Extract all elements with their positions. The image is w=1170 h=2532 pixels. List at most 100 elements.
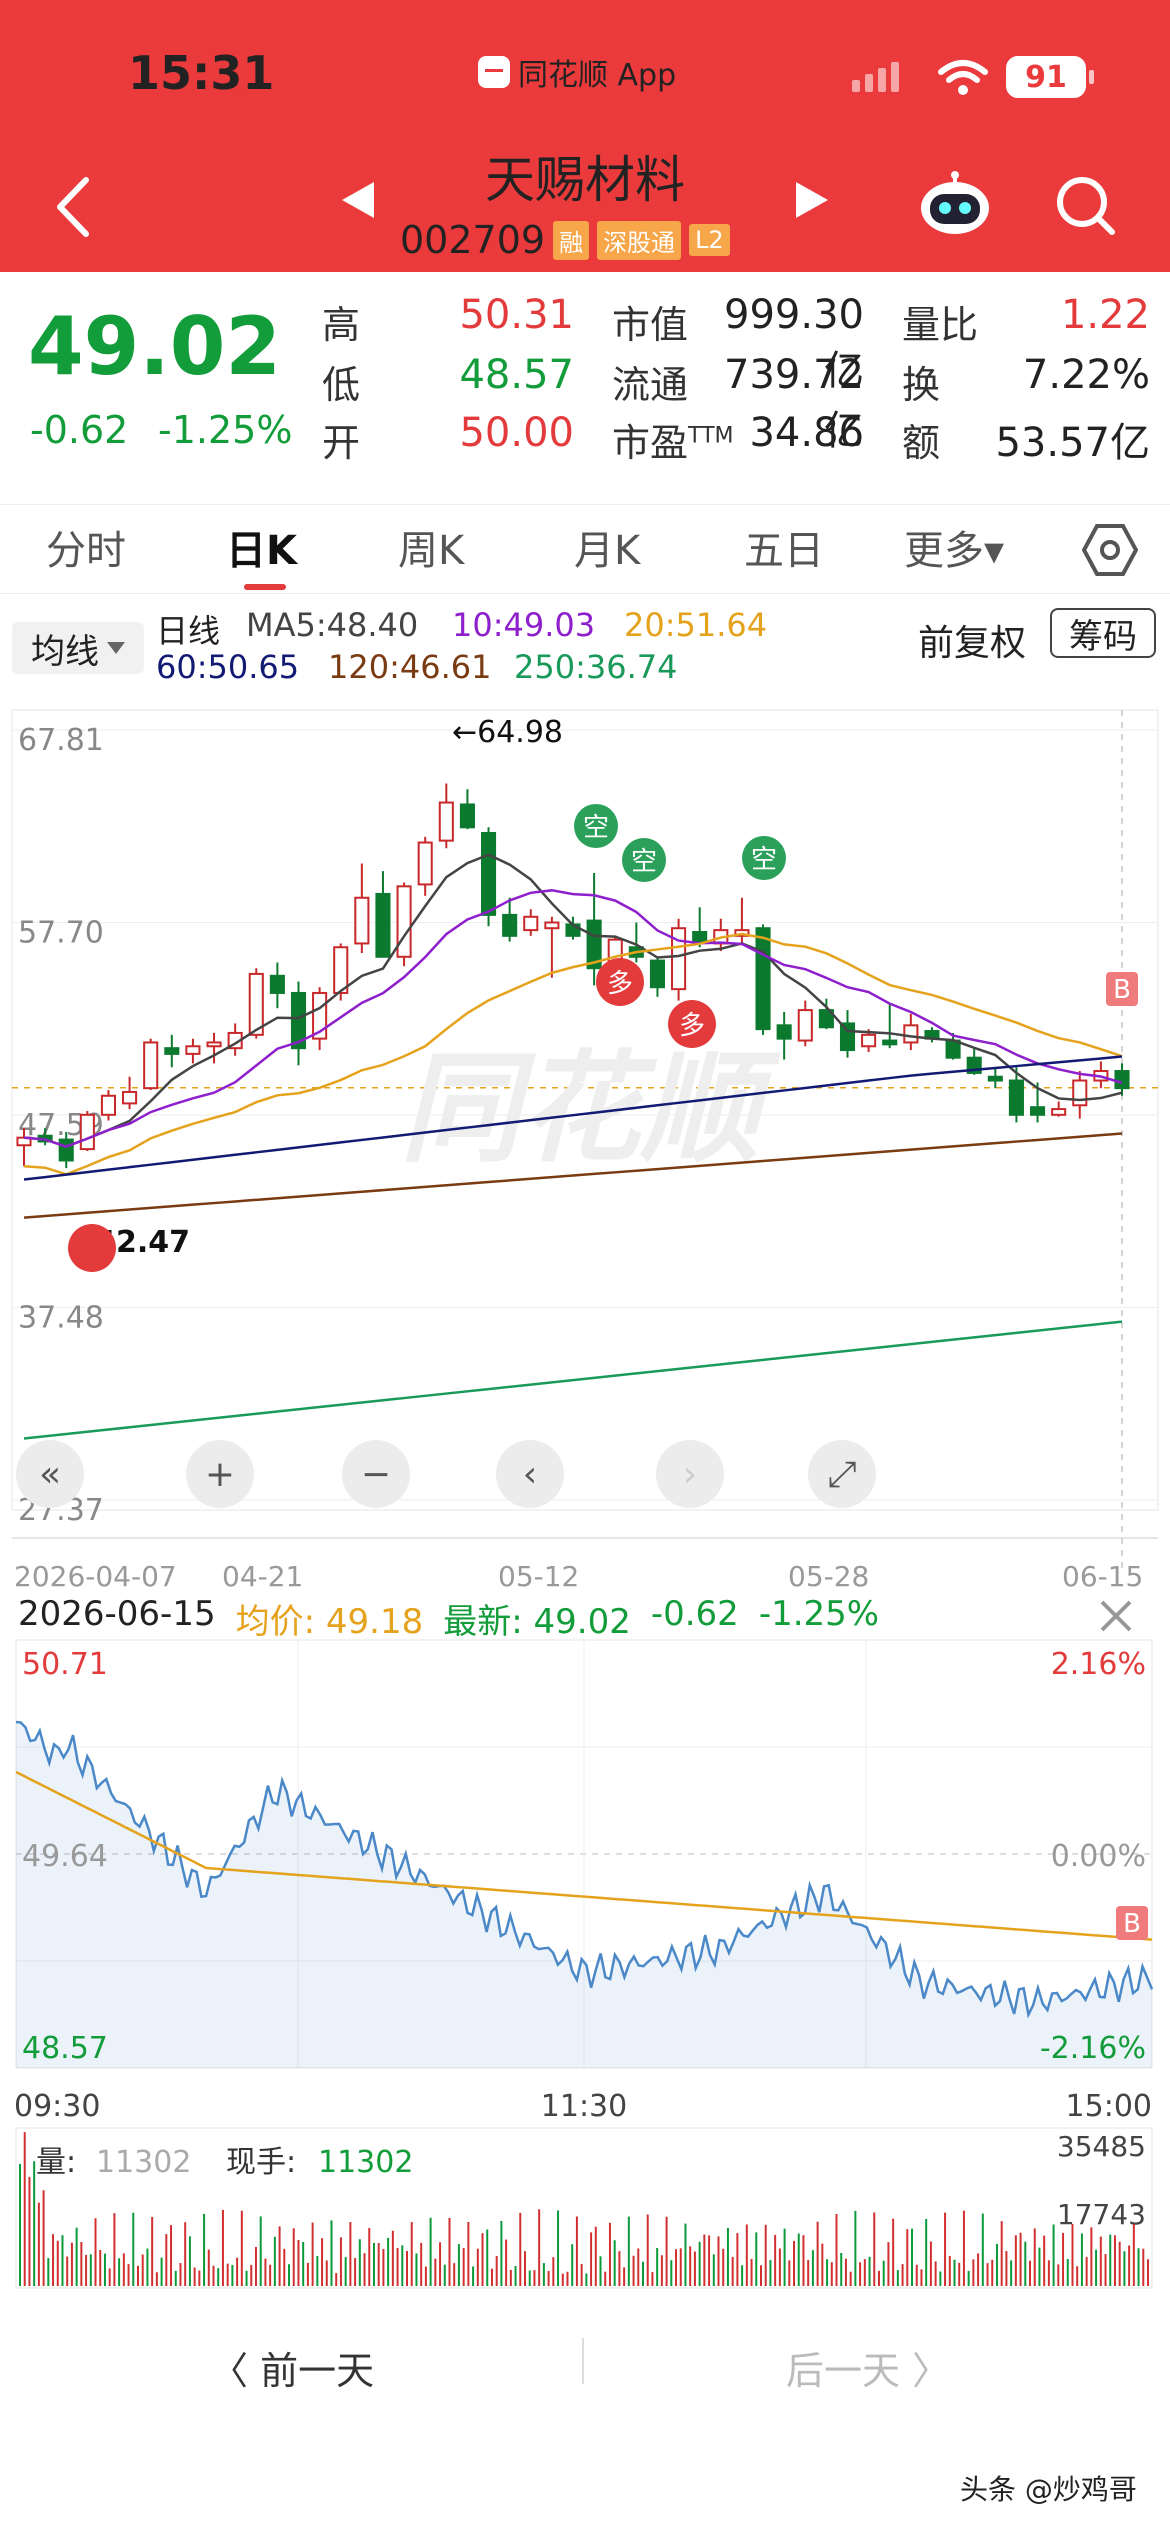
candle-body	[375, 892, 391, 958]
value-high: 50.31	[459, 292, 574, 338]
kline-x-tick: 06-15	[1062, 1560, 1143, 1590]
label-open: 开	[322, 421, 361, 465]
label-turnover: 换	[902, 363, 941, 407]
prev-stock-button[interactable]	[342, 182, 374, 218]
short-signal-text: 空	[583, 813, 609, 843]
short-signal-text: 空	[631, 847, 657, 877]
ma20-value: 20:51.64	[624, 606, 768, 644]
prev-day-button[interactable]: 〈 前一天	[210, 2340, 374, 2395]
kline-x-tick: 05-28	[788, 1560, 869, 1590]
chip-distribution-button[interactable]: 筹码	[1050, 608, 1156, 658]
chart-control-icon: ›	[683, 1454, 697, 1495]
candle-body	[776, 1024, 792, 1040]
app-logo-icon	[478, 56, 510, 88]
kline-chart[interactable]: 67.8157.7047.5937.4827.37同花顺←64.98←42.47…	[0, 690, 1170, 1590]
label-market-cap: 市值	[612, 303, 689, 347]
value-pe: 34.86	[749, 410, 864, 456]
label-pe: 市盈TTM	[612, 412, 734, 467]
candle-body	[185, 1045, 201, 1055]
caret-down-icon	[107, 642, 125, 654]
footer-watermark: 头条 @炒鸡哥	[960, 2473, 1137, 2506]
stock-code-row: 002709 融 深股通 L2	[400, 218, 730, 262]
adjust-mode-button[interactable]: 前复权	[918, 614, 1026, 666]
volume-label: 量:	[36, 2145, 76, 2180]
chart-control-icon: ⤢	[828, 1454, 857, 1495]
price-change-pct: -1.25%	[158, 408, 293, 452]
candle-body	[480, 832, 497, 916]
long-signal-text: 多	[607, 969, 633, 999]
battery-tip	[1089, 70, 1094, 84]
candle-body	[797, 1009, 813, 1042]
kline-x-tick: 05-12	[498, 1560, 579, 1590]
candle-body	[1114, 1070, 1130, 1090]
ma250-value: 250:36.74	[514, 648, 678, 686]
kline-y-tick: 57.70	[18, 916, 104, 951]
ma10-value: 10:49.03	[452, 606, 596, 644]
assistant-robot-icon[interactable]	[918, 170, 992, 236]
ma-indicator-select[interactable]: 均线	[12, 622, 144, 674]
app-label-text: 同花顺 App	[518, 58, 677, 93]
candle-body	[396, 885, 412, 958]
minute-y-mid: 49.64	[22, 1839, 108, 1874]
tag-margin: 融	[553, 220, 590, 260]
label-pe-text: 市盈	[612, 421, 689, 465]
minute-chart[interactable]: 50.71 49.64 48.57 2.16% 0.00% -2.16% B 09:30 11:…	[0, 1590, 1170, 2290]
value-open: 50.00	[459, 410, 574, 456]
low-signal-badge	[68, 1224, 116, 1272]
chart-watermark: 同花顺	[400, 1040, 781, 1179]
minute-buy-text: B	[1123, 1909, 1141, 1939]
wifi-icon	[938, 60, 988, 95]
candle-body	[882, 1039, 898, 1046]
label-pe-ttm: TTM	[688, 423, 734, 449]
kline-y-tick: 67.81	[18, 723, 104, 758]
candle-body	[122, 1090, 138, 1105]
candle-body	[861, 1033, 877, 1048]
minute-time-start: 09:30	[14, 2089, 100, 2124]
ma-select-label: 均线	[31, 631, 99, 672]
candle-body	[79, 1113, 95, 1151]
ma-period: 日线	[156, 612, 221, 650]
label-high: 高	[322, 303, 361, 347]
chart-control-icon: ‹	[523, 1454, 537, 1495]
candle-body	[417, 841, 433, 886]
tab-more[interactable]: 更多▾	[904, 518, 1004, 576]
candle-body	[1029, 1106, 1046, 1116]
candle-body	[248, 972, 264, 1036]
prev-day-label: 前一天	[260, 2349, 375, 2393]
chevron-right-icon: 〉	[900, 2349, 951, 2393]
settings-hexagon-icon[interactable]	[1082, 522, 1138, 578]
tab-minute[interactable]: 分时	[46, 518, 126, 576]
tab-weekly-k[interactable]: 周K	[398, 518, 464, 576]
search-icon[interactable]	[1052, 172, 1118, 238]
ma250-line	[23, 1320, 1123, 1440]
candle-body	[206, 1041, 222, 1048]
kline-x-tick: 04-21	[222, 1560, 303, 1590]
value-volume-ratio: 1.22	[1060, 292, 1150, 338]
next-day-button[interactable]: 后一天 〉	[786, 2340, 950, 2395]
candle-body	[164, 1047, 180, 1055]
buy-signal-text: B	[1113, 975, 1131, 1005]
minute-pct-mid: 0.00%	[1051, 1839, 1146, 1874]
candle-body	[58, 1138, 74, 1162]
active-tab-indicator	[244, 584, 286, 590]
chart-control-icon: «	[39, 1454, 61, 1495]
candle-body	[692, 931, 708, 943]
tab-five-day[interactable]: 五日	[744, 518, 824, 576]
next-day-label: 后一天	[786, 2349, 901, 2393]
current-price: 49.02	[28, 300, 282, 393]
tab-daily-k[interactable]: 日K	[226, 518, 297, 576]
short-signal-text: 空	[751, 845, 777, 875]
candle-body	[1008, 1079, 1024, 1116]
candle-body	[649, 959, 666, 989]
kline-y-tick: 37.48	[18, 1301, 104, 1336]
tab-monthly-k[interactable]: 月K	[574, 518, 640, 576]
tag-connect: 深股通	[597, 220, 682, 260]
label-volume-ratio: 量比	[902, 303, 979, 347]
ma5-value: MA5:48.40	[246, 606, 419, 644]
label-float-cap: 流通	[612, 363, 689, 407]
minute-pct-low: -2.16%	[1040, 2031, 1146, 2066]
long-signal-text: 多	[679, 1011, 705, 1041]
label-amount: 额	[902, 421, 941, 465]
candle-body	[903, 1024, 919, 1044]
next-stock-button[interactable]	[796, 182, 828, 218]
